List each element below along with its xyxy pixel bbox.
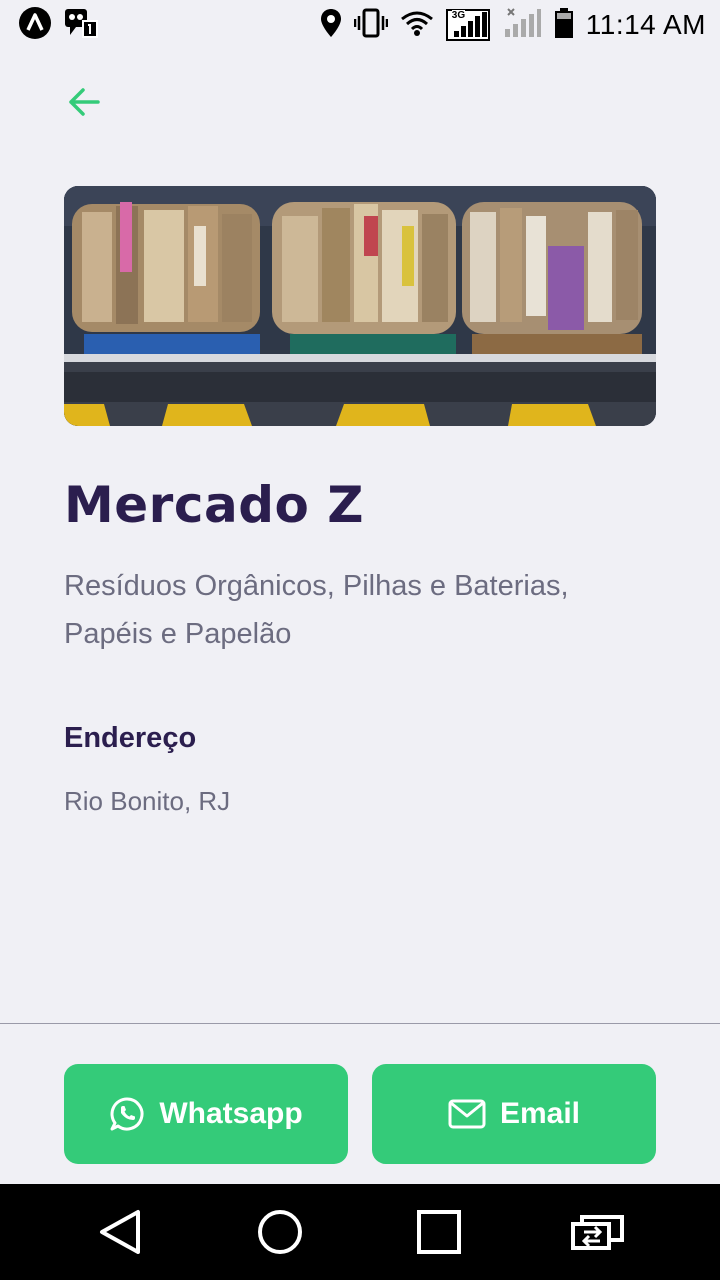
- point-image: [64, 186, 656, 426]
- address-value: Rio Bonito, RJ: [64, 786, 231, 816]
- mail-icon: [448, 1099, 486, 1129]
- nav-home-button[interactable]: [250, 1202, 310, 1262]
- back-button[interactable]: [60, 80, 108, 124]
- signal-no-sim-icon: [502, 7, 542, 44]
- whatsapp-label: Whatsapp: [159, 1097, 303, 1130]
- navigation-bar: [0, 1184, 720, 1280]
- wifi-icon: [400, 9, 434, 42]
- back-triangle-icon: [100, 1210, 140, 1254]
- email-label: Email: [499, 1097, 581, 1130]
- location-icon: [320, 8, 342, 43]
- recents-square-icon: [417, 1210, 461, 1254]
- nav-switch-app-button[interactable]: [568, 1202, 628, 1262]
- nav-recents-button[interactable]: [409, 1202, 469, 1262]
- vibrate-icon: [353, 8, 389, 43]
- arrow-left-icon: [69, 88, 100, 116]
- switch-app-icon: [571, 1215, 624, 1250]
- notification-icon: [64, 7, 98, 44]
- signal-3g-icon: 3G: [445, 9, 490, 41]
- battery-icon: [554, 7, 574, 44]
- point-items: Resíduos Orgânicos, Pilhas e Baterias, P…: [64, 570, 569, 650]
- status-bar: 3G 11:14 AM: [0, 0, 720, 50]
- app-a-icon: [18, 6, 52, 45]
- whatsapp-icon: [110, 1097, 144, 1131]
- network-label: 3G: [451, 10, 466, 21]
- email-button[interactable]: Email: [372, 1064, 656, 1164]
- nav-back-button[interactable]: [90, 1202, 150, 1262]
- status-time: 11:14 AM: [585, 9, 706, 40]
- whatsapp-button[interactable]: Whatsapp: [64, 1064, 348, 1164]
- footer-divider: [0, 1023, 720, 1024]
- point-name: Mercado Z: [64, 476, 365, 534]
- address-label: Endereço: [64, 722, 197, 754]
- home-circle-icon: [258, 1210, 302, 1254]
